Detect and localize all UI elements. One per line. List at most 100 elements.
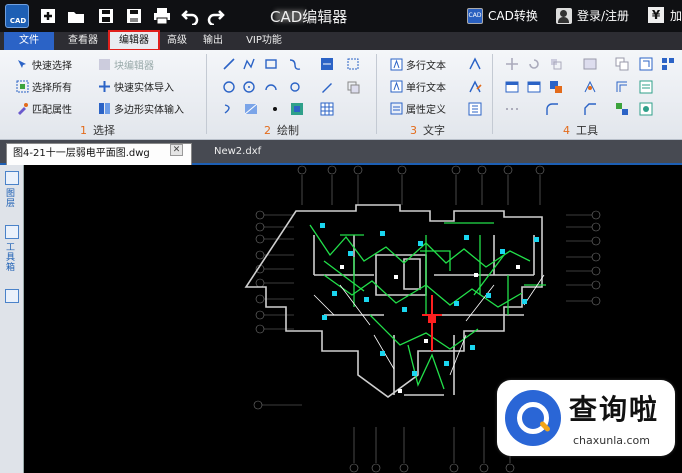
menu-viewer[interactable]: 查看器 (60, 32, 106, 50)
match-properties-label: 匹配属性 (32, 104, 72, 116)
move-icon[interactable] (505, 57, 519, 71)
point-icon[interactable] (268, 102, 282, 116)
scale-icon[interactable] (549, 57, 563, 71)
section-label-text: 3 文字 (410, 124, 445, 137)
polygon-input-icon (98, 102, 111, 115)
new-icon[interactable] (38, 6, 58, 26)
fillet-icon[interactable] (545, 102, 559, 116)
toolbox-panel-icon[interactable] (5, 225, 19, 239)
explode-icon[interactable] (583, 80, 597, 94)
match-properties-button[interactable]: 匹配属性 (16, 100, 72, 116)
toolbox-panel-tab[interactable]: 工具箱 (6, 243, 18, 273)
title-bar: CAD CAD编辑器 CAD CAD转换 登录/注册 ¥ 加 (0, 0, 682, 32)
layer-tool-icon[interactable] (583, 57, 597, 71)
cad-editor-window: CAD CAD编辑器 CAD CAD转换 登录/注册 ¥ 加 文件 查看器 编辑… (0, 0, 682, 473)
text-edit-icon[interactable] (468, 80, 482, 94)
menu-file[interactable]: 文件 (4, 32, 54, 50)
color-tool-icon[interactable] (549, 80, 563, 94)
singleline-text-button[interactable]: 单行文本 (390, 78, 446, 94)
menu-output[interactable]: 输出 (198, 32, 228, 50)
polygon-entity-input-button[interactable]: 多边形实体输入 (98, 100, 184, 116)
singleline-text-icon (390, 80, 403, 93)
app-logo-text: CAD (9, 17, 27, 25)
menu-advanced[interactable]: 高级 (162, 32, 192, 50)
app-title: CAD编辑器 (270, 8, 348, 26)
menu-editor[interactable]: 编辑器 (108, 30, 160, 51)
polygon-entity-input-label: 多边形实体输入 (114, 104, 184, 116)
block-editor-label: 块编辑器 (114, 60, 154, 72)
currency-icon[interactable]: ¥ (648, 7, 664, 23)
menu-bar: 文件 查看器 编辑器 高级 输出 VIP功能 (0, 30, 682, 51)
block-editor-button[interactable]: 块编辑器 (98, 56, 154, 72)
save-as-icon[interactable] (124, 6, 144, 26)
line-icon[interactable] (222, 57, 236, 71)
open-icon[interactable] (66, 6, 86, 26)
arc-icon[interactable] (264, 80, 278, 94)
table-icon[interactable] (320, 102, 334, 116)
window2-icon[interactable] (527, 80, 541, 94)
quick-entity-import-button[interactable]: 快速实体导入 (98, 78, 174, 94)
layers-panel-icon[interactable] (5, 171, 19, 185)
spline-icon[interactable] (288, 57, 302, 71)
cad-convert-icon: CAD (467, 7, 483, 24)
match-properties-icon (16, 102, 29, 115)
offset-icon[interactable] (615, 80, 629, 94)
overflow-text[interactable]: 加 (670, 7, 682, 24)
app-logo[interactable]: CAD (5, 4, 29, 28)
polyline-icon[interactable] (242, 57, 256, 71)
measure-dots-icon[interactable] (505, 102, 519, 116)
image-insert-icon[interactable] (290, 102, 304, 116)
mirror-icon[interactable] (639, 57, 653, 71)
window-icon[interactable] (505, 80, 519, 94)
attribute-define-button[interactable]: 属性定义 (390, 100, 446, 116)
properties-tool-icon[interactable] (639, 80, 653, 94)
quick-entity-import-label: 快速实体导入 (114, 82, 174, 94)
search-logo-icon (505, 390, 561, 446)
menu-vip[interactable]: VIP功能 (238, 32, 290, 50)
pen-icon[interactable] (320, 80, 334, 94)
section-label-tools: 4 工具 (563, 124, 598, 137)
select-all-button[interactable]: 选择所有 (16, 78, 72, 94)
left-dock: 图层 工具箱 (0, 165, 24, 473)
ribbon-separator (376, 54, 377, 134)
ellipse-icon[interactable] (242, 80, 256, 94)
multiline-text-button[interactable]: 多行文本 (390, 56, 446, 72)
tab-close-icon[interactable]: ✕ (170, 144, 183, 156)
multiline-text-label: 多行文本 (406, 60, 446, 72)
block-tool-icon[interactable] (615, 102, 629, 116)
copy-tool-icon[interactable] (615, 57, 629, 71)
quick-select-button[interactable]: 快速选择 (16, 56, 72, 72)
copy-icon[interactable] (346, 80, 360, 94)
cad-convert-button[interactable]: CAD CAD转换 (467, 7, 538, 24)
gradient-icon[interactable] (244, 102, 258, 116)
section-label-draw: 2 绘制 (264, 124, 299, 137)
rotate-icon[interactable] (527, 57, 541, 71)
region-icon[interactable] (346, 57, 360, 71)
hatch-icon[interactable] (320, 57, 334, 71)
site-watermark: 查询啦 chaxunla.com (497, 380, 675, 456)
extra-panel-icon[interactable] (5, 289, 19, 303)
tab-active-document[interactable]: 图4-21十一层弱电平面图.dwg (6, 143, 192, 165)
chamfer-icon[interactable] (583, 102, 597, 116)
ribbon: 快速选择 选择所有 匹配属性 块编辑器 快速实体导入 多边形实体输入 1选择 (0, 50, 682, 140)
redo-icon[interactable] (206, 6, 226, 26)
array-icon[interactable] (661, 57, 675, 71)
text-find-icon[interactable] (468, 102, 482, 116)
circle-icon[interactable] (222, 80, 236, 94)
save-icon[interactable] (96, 6, 116, 26)
login-button[interactable]: 登录/注册 (556, 7, 629, 24)
group-tool-icon[interactable] (639, 102, 653, 116)
donut-icon[interactable] (288, 80, 302, 94)
tab-second-document[interactable]: New2.dxf (214, 146, 261, 157)
attribute-define-icon (390, 102, 403, 115)
entity-import-icon (98, 80, 111, 93)
singleline-text-label: 单行文本 (406, 82, 446, 94)
rectangle-icon[interactable] (264, 57, 278, 71)
text-style-icon[interactable] (468, 57, 482, 71)
layers-panel-tab[interactable]: 图层 (6, 189, 18, 209)
quick-select-label: 快速选择 (32, 60, 72, 72)
curve-icon[interactable] (222, 102, 236, 116)
section-label-select: 1 选择 (80, 124, 115, 137)
print-icon[interactable] (152, 6, 172, 26)
undo-icon[interactable] (180, 6, 200, 26)
